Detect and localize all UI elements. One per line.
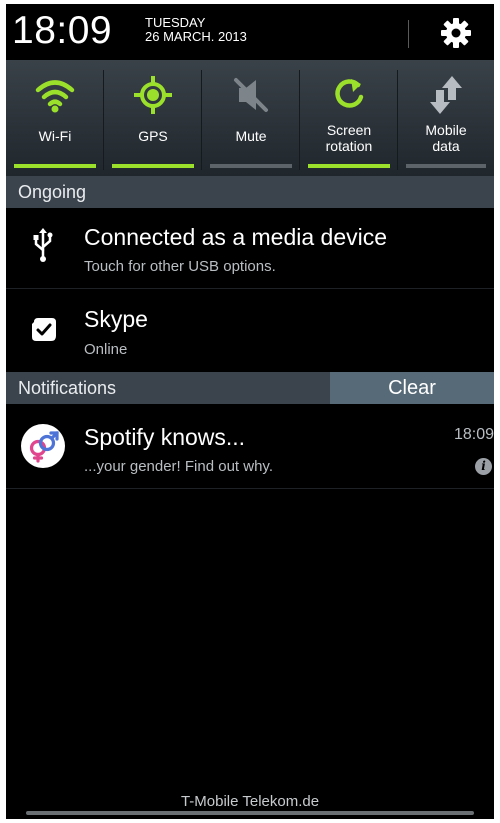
status-header: 18:09 TUESDAY 26 MARCH. 2013	[6, 4, 494, 60]
toggle-wifi[interactable]: Wi-Fi	[6, 60, 104, 176]
toggle-mobile-data[interactable]: Mobile data	[398, 60, 494, 176]
usb-icon	[33, 228, 53, 262]
settings-button[interactable]	[439, 16, 473, 50]
usb-notification-subtitle: Touch for other USB options.	[84, 258, 276, 275]
gender-icon	[21, 424, 65, 468]
date-label: 26 MARCH. 2013	[145, 29, 247, 44]
day-label: TUESDAY	[145, 15, 206, 30]
toggle-gps[interactable]: GPS	[104, 60, 202, 176]
notification-usb[interactable]: Connected as a media device Touch for ot…	[6, 208, 494, 288]
wifi-icon	[35, 80, 75, 113]
toggle-mute-indicator	[210, 164, 292, 168]
row-divider	[6, 488, 494, 489]
toggle-gps-label: GPS	[138, 128, 168, 144]
info-icon[interactable]: i	[475, 458, 492, 475]
toggle-mobile-data-label: Mobile data	[425, 122, 467, 154]
skype-notification-subtitle: Online	[84, 341, 128, 358]
skype-notification-title: Skype	[84, 306, 148, 332]
mute-icon	[234, 78, 268, 112]
toggle-mobile-data-indicator	[406, 164, 486, 168]
clock-time: 18:09	[12, 9, 113, 52]
toggle-wifi-label: Wi-Fi	[38, 128, 72, 144]
notification-spotify[interactable]: Spotify knows... ...your gender! Find ou…	[6, 404, 494, 488]
usb-notification-title: Connected as a media device	[84, 224, 388, 250]
toggle-mute-label: Mute	[235, 128, 267, 144]
quick-settings-panel: Wi-Fi GPS Mute Screen rotation Mobile da…	[6, 60, 494, 176]
spotify-notification-time: 18:09	[453, 426, 494, 443]
skype-icon	[32, 318, 56, 341]
gear-icon	[441, 18, 471, 48]
date-block: TUESDAY 26 MARCH. 2013	[145, 16, 247, 44]
ongoing-header-label: Ongoing	[18, 182, 87, 202]
toggle-wifi-indicator	[14, 164, 96, 168]
screen-rotation-icon	[335, 79, 364, 108]
gps-icon	[134, 76, 172, 114]
drag-handle[interactable]	[26, 811, 474, 815]
toggle-gps-indicator	[112, 164, 194, 168]
mobile-data-icon	[430, 76, 462, 114]
clear-button[interactable]: Clear	[330, 372, 494, 404]
notification-shade: 18:09 TUESDAY 26 MARCH. 2013 Wi-Fi GPS M…	[6, 4, 494, 819]
spotify-notification-title: Spotify knows...	[84, 424, 246, 450]
notifications-header-label: Notifications	[18, 378, 117, 398]
toggle-mute[interactable]: Mute	[202, 60, 300, 176]
toggle-screen-rotation-indicator	[308, 164, 390, 168]
carrier-label: T-Mobile Telekom.de	[180, 793, 320, 810]
shade-footer: T-Mobile Telekom.de	[6, 785, 494, 819]
toggle-screen-rotation[interactable]: Screen rotation	[300, 60, 398, 176]
spotify-notification-subtitle: ...your gender! Find out why.	[84, 458, 273, 475]
header-divider	[408, 20, 409, 48]
notifications-section-header: Notifications Clear	[6, 372, 494, 404]
toggle-screen-rotation-label: Screen rotation	[325, 122, 373, 154]
notification-skype[interactable]: Skype Online	[6, 289, 494, 371]
ongoing-section-header: Ongoing	[6, 176, 494, 208]
